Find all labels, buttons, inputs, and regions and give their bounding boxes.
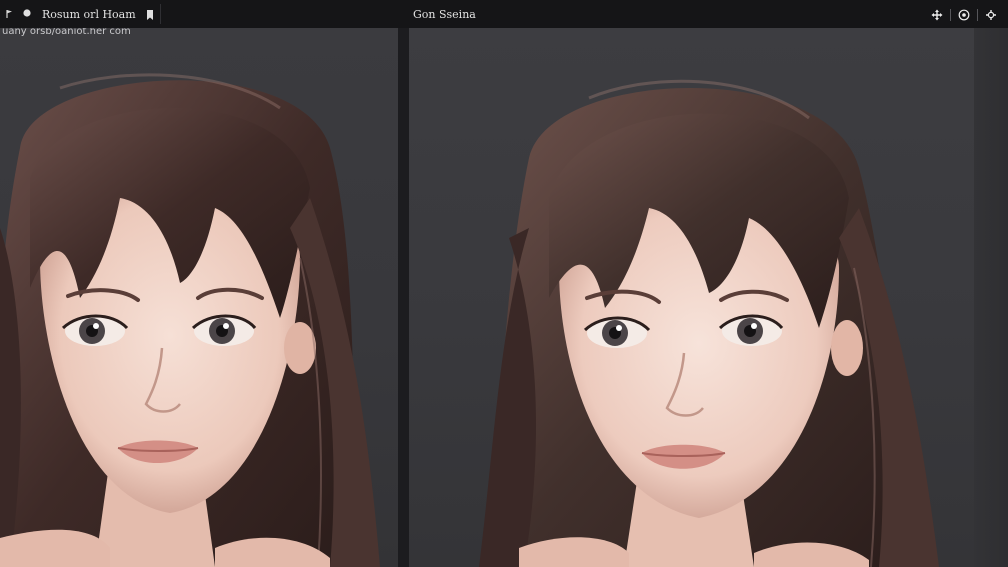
info-icon[interactable] [957, 8, 971, 22]
panel-gutter [398, 28, 409, 567]
image-viewer-window: Rosum orl Hoam Gon Sseina uany orsb/oani… [0, 0, 1008, 567]
toolbar-separator [950, 9, 951, 21]
left-panel-caption: uany orsb/oaniot.her com [2, 28, 131, 37]
toolbar-separator [977, 9, 978, 21]
right-toolbar [930, 6, 998, 24]
right-edge-strip [974, 28, 1008, 567]
bookmark-icon[interactable] [145, 9, 155, 24]
toolbar-divider [160, 4, 161, 24]
left-image-panel: uany orsb/oaniot.her com [0, 28, 398, 567]
portrait-image-left [0, 73, 380, 567]
dot-icon[interactable] [22, 8, 32, 21]
center-window-title: Gon Sseina [413, 8, 476, 21]
left-window-title: Rosum orl Hoam [42, 8, 136, 21]
small-flag-icon[interactable] [6, 9, 14, 22]
move-icon[interactable] [930, 8, 944, 22]
portrait-image-right [479, 79, 939, 567]
settings-icon[interactable] [984, 8, 998, 22]
top-bar: Rosum orl Hoam Gon Sseina [0, 0, 1008, 29]
right-image-panel [409, 28, 974, 567]
